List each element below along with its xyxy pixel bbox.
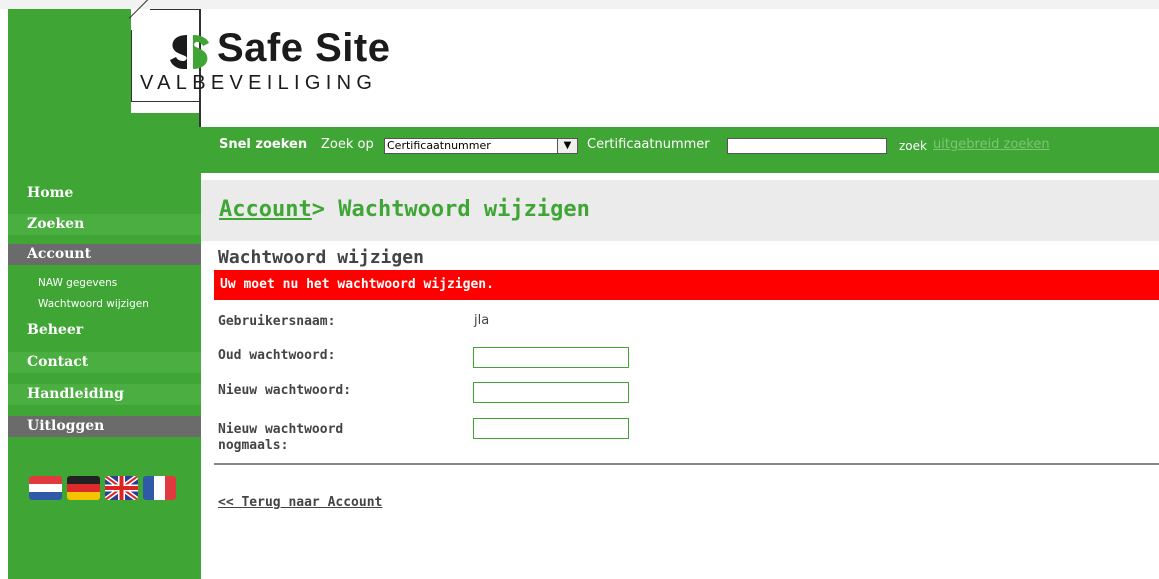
nav-item-home[interactable]: Home [8, 183, 201, 204]
page-title: Account> Wachtwoord wijzigen [219, 197, 590, 222]
search-by-label: Zoek op [321, 137, 374, 152]
top-strip [0, 0, 1159, 9]
safe-site-logo-icon [170, 35, 209, 69]
search-button[interactable]: zoek [899, 139, 927, 153]
netherlands-flag-icon[interactable] [29, 476, 62, 500]
new-password-field[interactable] [473, 382, 629, 403]
username-value: jla [474, 313, 490, 328]
divider [214, 463, 1159, 465]
chevron-down-icon[interactable]: ▼ [557, 139, 577, 153]
confirm-password-label: Nieuw wachtwoord nogmaals: [218, 422, 343, 454]
nav-subitem-naw-gegevens[interactable]: NAW gegevens [38, 277, 117, 289]
language-flags [29, 476, 179, 500]
search-type-select[interactable]: Certificaatnummer ▼ [384, 138, 578, 154]
confirm-password-label-line2: nogmaals: [218, 438, 289, 453]
breadcrumb-account-link[interactable]: Account [219, 197, 312, 222]
nav-item-beheer[interactable]: Beheer [8, 320, 201, 341]
logo-frame-line [131, 101, 199, 102]
logo-subtitle: VALBEVEILIGING [140, 72, 378, 94]
search-type-select-value: Certificaatnummer [387, 139, 491, 152]
france-flag-icon[interactable] [143, 476, 176, 500]
page-title-bar: Account> Wachtwoord wijzigen [201, 180, 1159, 241]
new-password-label: Nieuw wachtwoord: [218, 383, 352, 398]
nav-item-account[interactable]: Account [8, 244, 201, 265]
nav-item-contact[interactable]: Contact [8, 352, 201, 373]
logo-title: Safe Site [217, 26, 391, 70]
nav-item-uitloggen[interactable]: Uitloggen [8, 416, 201, 437]
quick-search-label: Snel zoeken [219, 137, 308, 152]
nav-item-handleiding[interactable]: Handleiding [8, 384, 201, 405]
section-heading: Wachtwoord wijzigen [218, 247, 424, 268]
nav-subitem-wachtwoord-wijzigen[interactable]: Wachtwoord wijzigen [38, 298, 149, 310]
logo-frame-line [150, 9, 200, 10]
uk-flag-icon[interactable] [105, 476, 138, 500]
search-input[interactable] [727, 138, 887, 154]
nav-item-zoeken[interactable]: Zoeken [8, 214, 201, 235]
breadcrumb-current: > Wachtwoord wijzigen [311, 197, 590, 222]
back-to-account-link[interactable]: << Terug naar Account [218, 495, 382, 510]
advanced-search-link[interactable]: uitgebreid zoeken [933, 137, 1050, 152]
old-password-label: Oud wachtwoord: [218, 348, 336, 363]
old-password-field[interactable] [473, 347, 629, 368]
quick-search-bar: Snel zoeken Zoek op Certificaatnummer ▼ … [201, 127, 1159, 173]
search-field-label: Certificaatnummer [587, 137, 710, 152]
logo-frame-line [131, 30, 132, 102]
confirm-password-field[interactable] [473, 418, 629, 439]
username-label: Gebruikersnaam: [218, 314, 336, 329]
confirm-password-label-line1: Nieuw wachtwoord [218, 422, 344, 437]
germany-flag-icon[interactable] [67, 476, 100, 500]
alert-message: Uw moet nu het wachtwoord wijzigen. [214, 270, 1159, 300]
